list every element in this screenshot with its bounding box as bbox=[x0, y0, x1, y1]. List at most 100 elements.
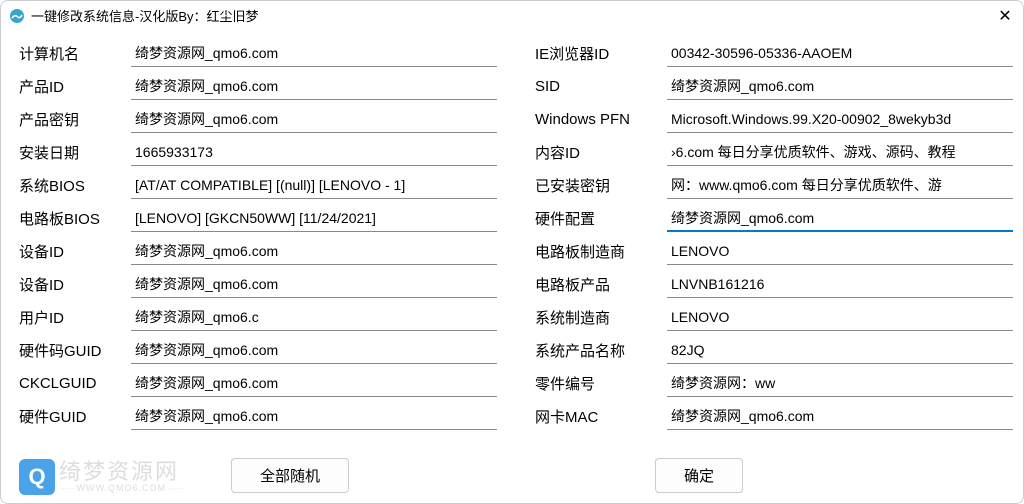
right-field-input-5[interactable] bbox=[671, 210, 1009, 226]
field-input-wrap bbox=[131, 206, 497, 232]
left-field-input-6[interactable] bbox=[135, 243, 493, 259]
field-input-wrap bbox=[131, 239, 497, 265]
field-input-wrap bbox=[667, 173, 1013, 199]
field-row: IE浏览器ID bbox=[527, 37, 1013, 70]
field-row: 系统制造商 bbox=[527, 301, 1013, 334]
field-label: 设备ID bbox=[11, 274, 131, 295]
field-input-wrap bbox=[131, 107, 497, 133]
left-field-input-7[interactable] bbox=[135, 276, 493, 292]
field-input-wrap bbox=[131, 173, 497, 199]
right-field-input-8[interactable] bbox=[671, 309, 1009, 325]
left-field-input-11[interactable] bbox=[135, 408, 493, 424]
field-label: CKCLGUID bbox=[11, 375, 131, 392]
field-label: 用户ID bbox=[11, 307, 131, 328]
right-field-input-7[interactable] bbox=[671, 276, 1009, 292]
field-input-wrap bbox=[667, 371, 1013, 397]
bottom-bar: Q 绮梦资源网 WWW.QMO6.COM bbox=[1, 459, 1023, 495]
field-row: 电路板BIOS bbox=[11, 202, 497, 235]
field-label: 内容ID bbox=[527, 142, 667, 163]
field-input-wrap bbox=[667, 239, 1013, 265]
field-row: 硬件配置 bbox=[527, 202, 1013, 235]
right-field-input-2[interactable] bbox=[671, 111, 1009, 127]
field-row: 已安装密钥 bbox=[527, 169, 1013, 202]
randomize-button[interactable]: 全部随机 bbox=[231, 458, 349, 493]
field-row: 计算机名 bbox=[11, 37, 497, 70]
field-input-wrap bbox=[131, 371, 497, 397]
field-label: 硬件配置 bbox=[527, 208, 667, 229]
field-label: 网卡MAC bbox=[527, 406, 667, 427]
left-field-input-0[interactable] bbox=[135, 45, 493, 61]
field-row: SID bbox=[527, 70, 1013, 103]
field-input-wrap bbox=[667, 305, 1013, 331]
right-field-input-4[interactable] bbox=[671, 177, 1009, 193]
right-field-input-11[interactable] bbox=[671, 408, 1009, 424]
app-icon bbox=[9, 8, 25, 24]
field-input-wrap bbox=[131, 41, 497, 67]
watermark-text: 绮梦资源网 WWW.QMO6.COM bbox=[59, 460, 184, 494]
field-input-wrap bbox=[667, 107, 1013, 133]
field-input-wrap bbox=[131, 305, 497, 331]
field-label: 设备ID bbox=[11, 241, 131, 262]
field-row: 安装日期 bbox=[11, 136, 497, 169]
field-input-wrap bbox=[667, 338, 1013, 364]
right-field-input-9[interactable] bbox=[671, 342, 1009, 358]
field-label: 电路板BIOS bbox=[11, 208, 131, 229]
main-content: 计算机名产品ID 产品密钥安装日期系统BIOS 电路板BIOS 设备ID 设备ID 用户I… bbox=[1, 31, 1023, 433]
window-title: 一键修改系统信息-汉化版By：红尘旧梦 bbox=[31, 6, 995, 25]
field-label: 零件编号 bbox=[527, 373, 667, 394]
field-label: 系统制造商 bbox=[527, 307, 667, 328]
field-label: 产品ID bbox=[11, 76, 131, 97]
watermark-logo: Q bbox=[19, 459, 55, 495]
field-label: 产品密钥 bbox=[11, 109, 131, 130]
field-row: 设备ID bbox=[11, 235, 497, 268]
right-field-input-1[interactable] bbox=[671, 78, 1009, 94]
field-row: 网卡MAC bbox=[527, 400, 1013, 433]
left-field-input-9[interactable] bbox=[135, 342, 493, 358]
left-field-input-8[interactable] bbox=[135, 309, 493, 325]
left-field-input-4[interactable] bbox=[135, 177, 493, 193]
left-field-input-2[interactable] bbox=[135, 111, 493, 127]
field-label: Windows PFN bbox=[527, 111, 667, 128]
field-row: 电路板制造商 bbox=[527, 235, 1013, 268]
left-field-input-5[interactable] bbox=[135, 210, 493, 226]
field-label: 电路板产品 bbox=[527, 274, 667, 295]
field-row: 产品密钥 bbox=[11, 103, 497, 136]
field-input-wrap bbox=[667, 41, 1013, 67]
field-input-wrap bbox=[667, 404, 1013, 430]
watermark-main: 绮梦资源网 bbox=[59, 460, 184, 484]
field-row: 系统BIOS bbox=[11, 169, 497, 202]
field-label: 电路板制造商 bbox=[527, 241, 667, 262]
close-button[interactable]: ✕ bbox=[995, 6, 1015, 26]
field-input-wrap bbox=[667, 140, 1013, 166]
field-input-wrap bbox=[131, 272, 497, 298]
field-row: 零件编号 bbox=[527, 367, 1013, 400]
confirm-button[interactable]: 确定 bbox=[655, 458, 743, 493]
field-row: 系统产品名称 bbox=[527, 334, 1013, 367]
left-field-input-3[interactable] bbox=[135, 144, 493, 160]
field-row: 电路板产品 bbox=[527, 268, 1013, 301]
right-field-input-6[interactable] bbox=[671, 243, 1009, 259]
field-label: 已安装密钥 bbox=[527, 175, 667, 196]
field-label: IE浏览器ID bbox=[527, 43, 667, 64]
right-field-input-0[interactable] bbox=[671, 45, 1009, 61]
field-input-wrap bbox=[131, 140, 497, 166]
right-field-input-3[interactable] bbox=[671, 144, 1009, 160]
right-field-input-10[interactable] bbox=[671, 375, 1009, 391]
field-row: Windows PFN bbox=[527, 103, 1013, 136]
field-input-wrap bbox=[131, 404, 497, 430]
field-label: 计算机名 bbox=[11, 43, 131, 64]
field-input-wrap bbox=[131, 74, 497, 100]
left-field-input-10[interactable] bbox=[135, 375, 493, 391]
field-row: CKCLGUID bbox=[11, 367, 497, 400]
field-input-wrap bbox=[667, 206, 1013, 232]
field-row: 内容ID bbox=[527, 136, 1013, 169]
field-row: 设备ID bbox=[11, 268, 497, 301]
field-row: 产品ID bbox=[11, 70, 497, 103]
field-label: 系统产品名称 bbox=[527, 340, 667, 361]
field-input-wrap bbox=[667, 74, 1013, 100]
field-row: 硬件GUID bbox=[11, 400, 497, 433]
field-label: 硬件码GUID bbox=[11, 340, 131, 361]
field-row: 用户ID bbox=[11, 301, 497, 334]
left-field-input-1[interactable] bbox=[135, 78, 493, 94]
field-label: 系统BIOS bbox=[11, 175, 131, 196]
